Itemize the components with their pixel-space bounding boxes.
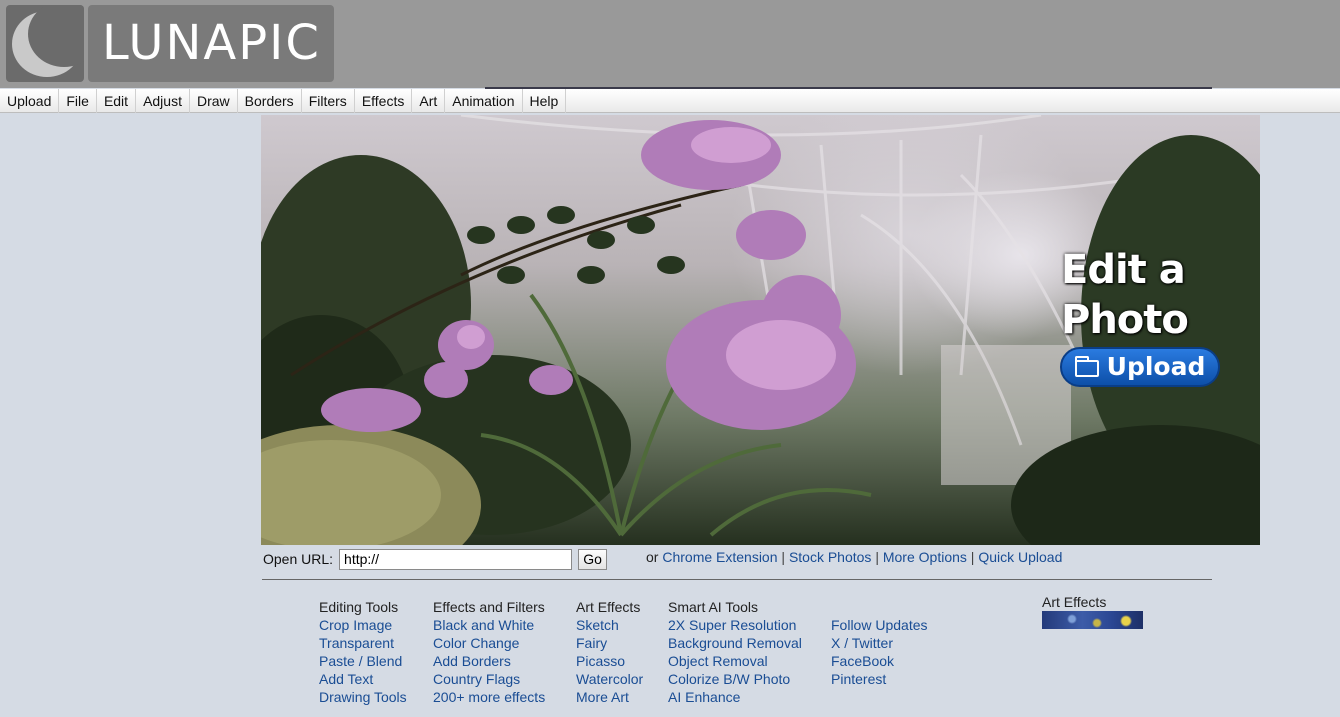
country-flags-link[interactable]: Country Flags [433,670,545,688]
starry-night-thumbnail[interactable] [1042,611,1143,629]
url-input[interactable] [339,548,573,570]
stock-photos-link[interactable]: Stock Photos [789,549,872,565]
menu-borders[interactable]: Borders [238,89,302,113]
black-and-white-link[interactable]: Black and White [433,616,545,634]
follow-updates-link[interactable]: Follow Updates [831,616,928,634]
background-removal-link[interactable]: Background Removal [668,634,802,652]
colorize-link[interactable]: Colorize B/W Photo [668,670,802,688]
smart-ai-tools-column: Smart AI Tools 2X Super Resolution Backg… [668,598,802,706]
link-separator: | [970,549,975,565]
menu-upload[interactable]: Upload [0,89,60,113]
main-menu-bar: Upload File Edit Adjust Draw Borders Fil… [0,89,1340,113]
hero-upload-button[interactable]: Upload [1060,347,1220,387]
go-button[interactable]: Go [578,548,608,570]
effects-filters-column: Effects and Filters Black and White Colo… [433,598,545,706]
menu-adjust[interactable]: Adjust [136,89,190,113]
menu-draw[interactable]: Draw [190,89,238,113]
object-removal-link[interactable]: Object Removal [668,652,802,670]
facebook-link[interactable]: FaceBook [831,652,928,670]
add-text-link[interactable]: Add Text [319,670,407,688]
quick-upload-link[interactable]: Quick Upload [978,549,1062,565]
crop-image-link[interactable]: Crop Image [319,616,407,634]
column-heading: Effects and Filters [433,599,545,615]
menu-edit[interactable]: Edit [97,89,137,113]
folder-icon [1074,355,1099,377]
paste-blend-link[interactable]: Paste / Blend [319,652,407,670]
ai-enhance-link[interactable]: AI Enhance [668,688,802,706]
link-separator: | [781,549,786,565]
menu-animation[interactable]: Animation [445,89,523,113]
open-url-row: Open URL: Go [263,548,608,570]
social-column: Follow Updates X / Twitter FaceBook Pint… [831,616,928,688]
menu-art[interactable]: Art [412,89,446,113]
editing-tools-column: Editing Tools Crop Image Transparent Pas… [319,598,407,706]
drawing-tools-link[interactable]: Drawing Tools [319,688,407,706]
header-bar: LUNAPIC [0,0,1340,89]
menu-file[interactable]: File [59,89,97,113]
column-heading: Smart AI Tools [668,599,759,615]
super-resolution-link[interactable]: 2X Super Resolution [668,616,802,634]
quick-links: or Chrome Extension | Stock Photos | Mor… [646,549,1062,565]
menu-filters[interactable]: Filters [302,89,355,113]
menu-effects[interactable]: Effects [355,89,413,113]
hero-upload-label: Upload [1106,352,1206,381]
sketch-link[interactable]: Sketch [576,616,643,634]
section-divider [262,579,1212,580]
more-art-link[interactable]: More Art [576,688,643,706]
menu-help[interactable]: Help [523,89,567,113]
column-heading: Art Effects [576,599,641,615]
lunapic-logo[interactable]: LUNAPIC [6,5,334,82]
moon-logo-icon [6,5,84,82]
logo-wordmark: LUNAPIC [88,5,334,82]
add-borders-link[interactable]: Add Borders [433,652,545,670]
more-effects-link[interactable]: 200+ more effects [433,688,545,706]
art-effects-label: Art Effects [1042,594,1107,610]
twitter-link[interactable]: X / Twitter [831,634,928,652]
open-url-label: Open URL: [263,551,334,567]
watercolor-link[interactable]: Watercolor [576,670,643,688]
picasso-link[interactable]: Picasso [576,652,643,670]
color-change-link[interactable]: Color Change [433,634,545,652]
hero-title: Edit a Photo [1061,247,1189,343]
pinterest-link[interactable]: Pinterest [831,670,928,688]
link-separator: | [875,549,879,565]
art-effects-promo[interactable]: Art Effects [1042,594,1143,629]
art-effects-column: Art Effects Sketch Fairy Picasso Waterco… [576,598,643,706]
chrome-extension-link[interactable]: Chrome Extension [662,549,777,565]
links-prefix: or [646,549,659,565]
transparent-link[interactable]: Transparent [319,634,407,652]
hero-banner: Edit a Photo Upload [261,115,1260,545]
more-options-link[interactable]: More Options [883,549,967,565]
fairy-link[interactable]: Fairy [576,634,643,652]
column-heading: Editing Tools [319,599,399,615]
